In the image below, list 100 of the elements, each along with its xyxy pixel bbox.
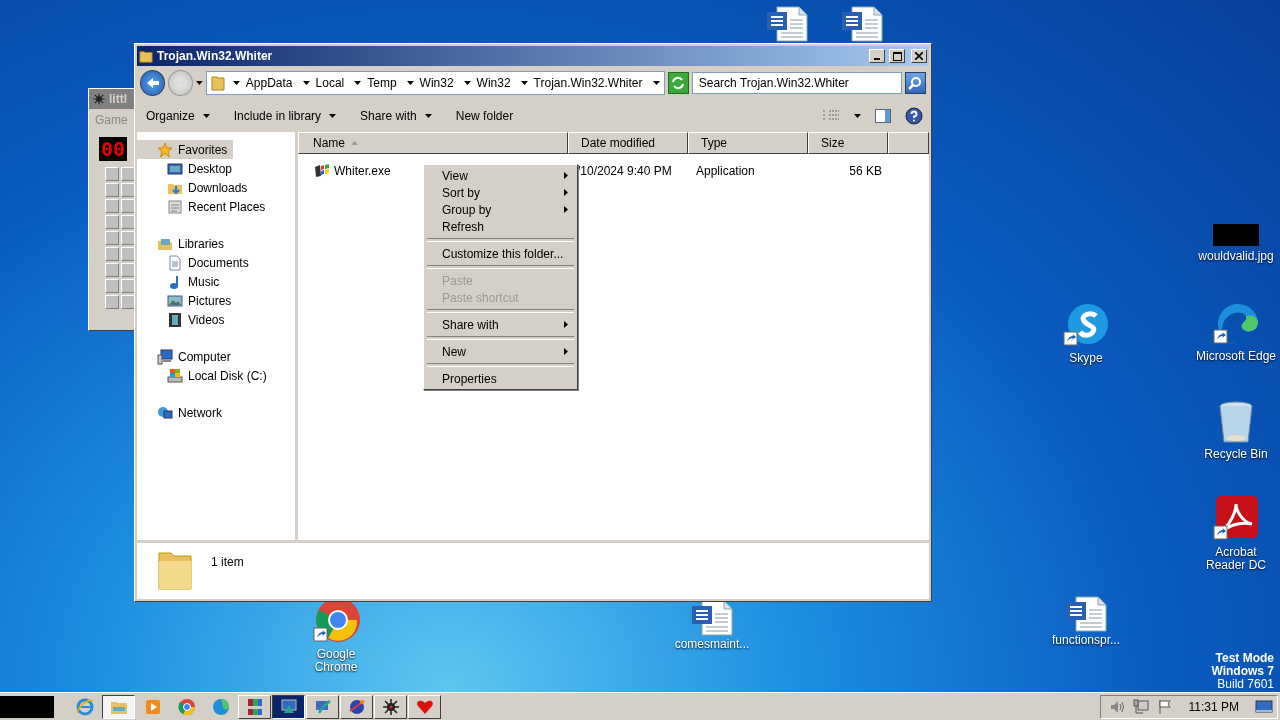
icon-label[interactable]: Skype: [1069, 352, 1103, 365]
image-thumbnail-icon: [1212, 222, 1260, 248]
menu-item[interactable]: Group by: [425, 201, 576, 218]
taskbar-button[interactable]: [272, 694, 305, 719]
game-tile[interactable]: [121, 295, 135, 309]
breadcrumb-item[interactable]: AppData: [243, 76, 295, 90]
breadcrumb-item[interactable]: Temp: [365, 76, 399, 90]
close-icon: [915, 52, 923, 60]
maximize-button[interactable]: [889, 49, 905, 63]
system-info-text: Windows 7: [1211, 665, 1274, 678]
help-icon[interactable]: [905, 107, 923, 125]
address-bar[interactable]: AppData Local Temp Win32 Win32 Trojan.Win32.Whiter: [205, 71, 665, 95]
game-tile[interactable]: [121, 183, 135, 197]
preview-pane-icon[interactable]: [875, 109, 891, 123]
back-arrow-icon: [145, 77, 160, 89]
game-tile[interactable]: [121, 167, 135, 181]
game-tile[interactable]: [121, 279, 135, 293]
application-icon: [314, 164, 330, 178]
toolbar-button[interactable]: Organize: [143, 107, 213, 125]
game-tile[interactable]: [121, 231, 135, 245]
show-desktop-icon[interactable]: [1255, 698, 1273, 715]
column-header[interactable]: Type: [688, 132, 808, 154]
toolbar-button[interactable]: New folder: [452, 107, 517, 125]
game-tile[interactable]: [121, 263, 135, 277]
breadcrumb-item[interactable]: Win32: [417, 76, 456, 90]
bug-icon: [380, 696, 401, 717]
breadcrumb-item[interactable]: Trojan.Win32.Whiter: [531, 76, 645, 90]
icon-label[interactable]: wouldvalid.jpg: [1198, 250, 1274, 263]
network-icon: [157, 404, 173, 421]
nav-item[interactable]: Network: [137, 403, 228, 422]
menu-item[interactable]: Refresh: [425, 218, 576, 235]
menu-item[interactable]: Customize this folder...: [425, 245, 576, 262]
window-title: littl: [109, 92, 127, 106]
nav-item[interactable]: Documents: [137, 253, 255, 272]
menu-item[interactable]: Properties: [425, 370, 576, 387]
icon-label[interactable]: Microsoft Edge: [1195, 350, 1276, 363]
icon-label[interactable]: Acrobat Reader DC: [1194, 546, 1278, 572]
game-tile[interactable]: [105, 279, 119, 293]
edge-icon: [210, 696, 231, 717]
dropdown-arrow-icon[interactable]: [463, 81, 471, 85]
desktop-icon: [167, 160, 183, 177]
dropdown-arrow-icon[interactable]: [232, 81, 240, 85]
file-name[interactable]: Whiter.exe: [334, 164, 391, 178]
game-tile[interactable]: [105, 231, 119, 245]
game-tile[interactable]: [105, 199, 119, 213]
nav-item[interactable]: Downloads: [137, 178, 254, 197]
game-tile[interactable]: [105, 247, 119, 261]
toolbar-button[interactable]: Include in library: [230, 107, 340, 125]
nav-item[interactable]: Recent Places: [137, 197, 272, 216]
refresh-icon: [671, 76, 686, 90]
network-icon[interactable]: [1132, 698, 1149, 715]
nav-item[interactable]: Libraries: [137, 234, 231, 253]
game-tile[interactable]: [105, 167, 119, 181]
menu-item[interactable]: Share with: [425, 316, 576, 333]
game-tile[interactable]: [105, 215, 119, 229]
column-header[interactable]: Name: [298, 132, 568, 154]
game-tile[interactable]: [121, 215, 135, 229]
search-button[interactable]: [904, 72, 926, 94]
dropdown-arrow-icon[interactable]: [302, 81, 310, 85]
column-header[interactable]: Date modified: [568, 132, 688, 154]
game-tile[interactable]: [121, 199, 135, 213]
flag-icon[interactable]: [1156, 698, 1173, 715]
breadcrumb-item[interactable]: Local: [313, 76, 347, 90]
nav-item[interactable]: Videos: [137, 310, 231, 329]
computer-icon: [157, 348, 173, 365]
search-field[interactable]: Search Trojan.Win32.Whiter: [691, 72, 902, 94]
clock[interactable]: 11:31 PM: [1188, 699, 1239, 714]
toolbar-button[interactable]: Share with: [357, 107, 435, 125]
game-tile[interactable]: [105, 183, 119, 197]
chrome-icon: [176, 696, 197, 717]
dropdown-arrow-icon[interactable]: [520, 81, 528, 85]
game-tile[interactable]: [121, 247, 135, 261]
game-tile[interactable]: [105, 295, 119, 309]
taskbar-button[interactable]: [102, 694, 135, 719]
nav-item[interactable]: Local Disk (C:): [137, 366, 273, 385]
breadcrumb-item[interactable]: Win32: [474, 76, 513, 90]
column-header[interactable]: Size: [808, 132, 888, 154]
menu-item[interactable]: Sort by: [425, 184, 576, 201]
back-button[interactable]: [140, 70, 166, 96]
nav-item[interactable]: Computer: [137, 347, 237, 366]
nav-item[interactable]: Music: [137, 272, 226, 291]
icon-label[interactable]: Recycle Bin: [1204, 448, 1268, 461]
menu-item[interactable]: View: [425, 167, 576, 184]
game-tile[interactable]: [105, 263, 119, 277]
close-button[interactable]: [911, 49, 927, 63]
documents-icon: [167, 254, 183, 271]
nav-item[interactable]: Favorites: [137, 140, 234, 159]
star-icon: [157, 141, 173, 158]
dropdown-arrow-icon[interactable]: [354, 81, 362, 85]
minimize-button[interactable]: [869, 49, 885, 63]
dropdown-arrow-icon[interactable]: [406, 81, 414, 85]
menu-item[interactable]: New: [425, 343, 576, 360]
nav-item[interactable]: Pictures: [137, 291, 238, 310]
search-icon: [908, 76, 923, 90]
videos-icon: [167, 311, 183, 328]
nav-item[interactable]: Desktop: [137, 159, 239, 178]
start-area[interactable]: [0, 695, 54, 718]
icon-label[interactable]: functionspr...: [1051, 634, 1120, 647]
refresh-button[interactable]: [667, 72, 689, 94]
table-cell-text: 56 KB: [848, 164, 883, 178]
